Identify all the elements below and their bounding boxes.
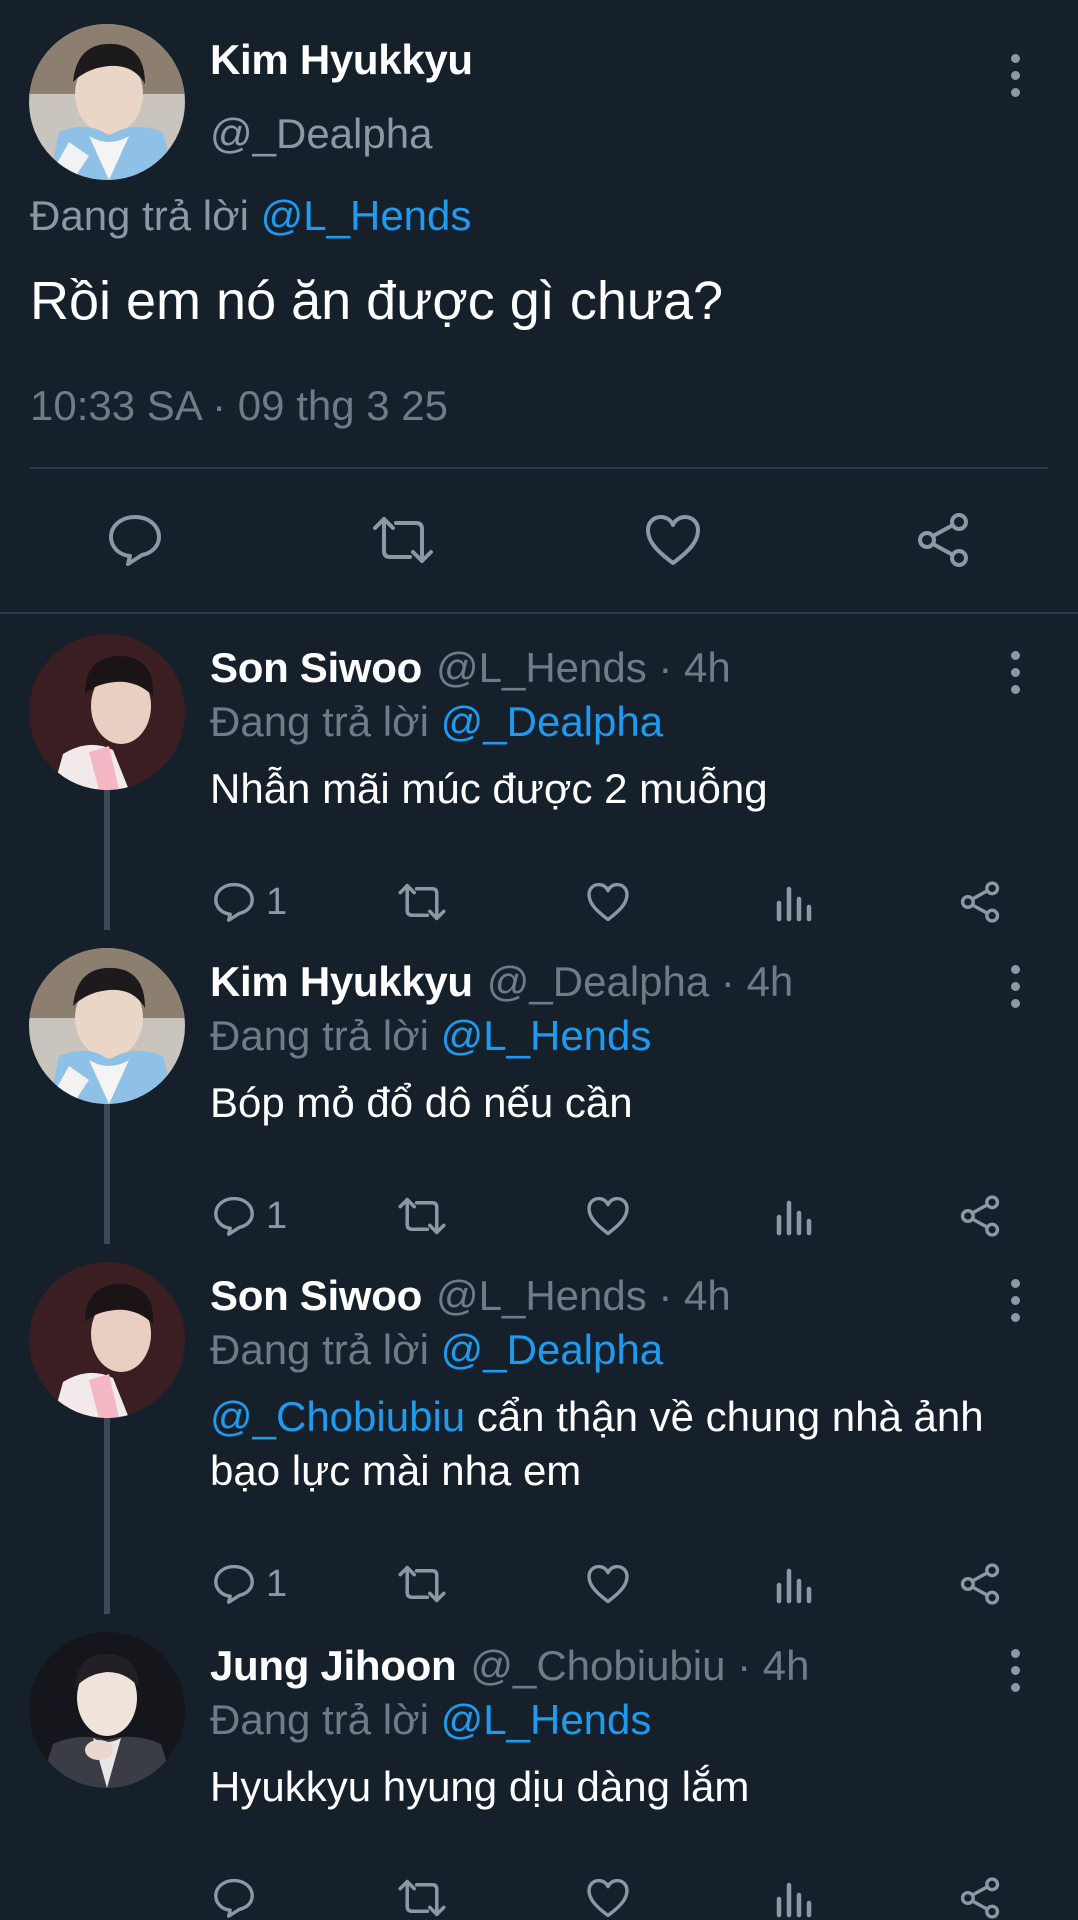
reply-button[interactable]: 1	[212, 1186, 287, 1246]
replying-prefix: Đang trả lời	[210, 1696, 429, 1743]
replying-to-link[interactable]: @L_Hends	[441, 1012, 652, 1059]
replying-to: Đang trả lời @_Dealpha	[210, 1326, 663, 1374]
tweet-actions: 1	[0, 1554, 1078, 1614]
more-vertical-icon[interactable]	[995, 1270, 1035, 1330]
tweet-text-content: Bóp mỏ đổ dô nếu cần	[210, 1079, 633, 1126]
share-icon[interactable]	[958, 1868, 1002, 1920]
reply-button[interactable]: 1	[212, 872, 287, 932]
retweet-icon[interactable]	[396, 1554, 448, 1614]
tweet-actions	[0, 1868, 1078, 1920]
retweet-icon[interactable]	[396, 1186, 448, 1246]
tweet-text: @_Chobiubiu cẩn thận về chung nhà ảnh bạ…	[210, 1390, 1030, 1498]
more-vertical-icon[interactable]	[995, 642, 1035, 702]
replying-to-link[interactable]: @_Dealpha	[441, 698, 663, 745]
reply-tweet[interactable]: Son Siwoo @L_Hends · 4h Đang trả lời @_De…	[0, 1242, 1078, 1614]
avatar[interactable]	[29, 1632, 185, 1788]
retweet-icon[interactable]	[368, 500, 438, 580]
tweet-text: Bóp mỏ đổ dô nếu cần	[210, 1076, 1030, 1130]
replying-prefix: Đang trả lời	[30, 192, 249, 239]
tweet-actions	[0, 500, 1078, 580]
reply-count: 1	[266, 880, 288, 923]
tweet-timestamp[interactable]: 10:33 SA · 09 thg 3 25	[30, 382, 448, 430]
author-handle-time: @_Dealpha · 4h	[486, 958, 794, 1005]
comment-icon	[214, 1564, 254, 1604]
replying-prefix: Đang trả lời	[210, 1012, 429, 1059]
replying-prefix: Đang trả lời	[210, 1326, 429, 1373]
mention-link[interactable]: @_Chobiubiu	[210, 1393, 465, 1440]
author-name[interactable]: Jung Jihoon	[210, 1642, 457, 1689]
author-name[interactable]: Son Siwoo	[210, 644, 422, 691]
reply-count: 1	[266, 1194, 288, 1237]
reply-header: Son Siwoo @L_Hends · 4h	[210, 1272, 731, 1320]
analytics-icon[interactable]	[774, 1554, 814, 1614]
reply-tweet[interactable]: Son Siwoo @L_Hends · 4h Đang trả lời @_De…	[0, 614, 1078, 930]
share-icon[interactable]	[958, 1186, 1002, 1246]
comment-icon	[214, 1878, 254, 1918]
tweet-thread-page: Kim Hyukkyu @_Dealpha Đang trả lời @L_He…	[0, 0, 1078, 1920]
author-handle-time: @L_Hends · 4h	[435, 644, 731, 691]
more-vertical-icon[interactable]	[995, 45, 1035, 105]
avatar[interactable]	[29, 634, 185, 790]
reply-count: 1	[266, 1562, 288, 1605]
tweet-text: Hyukkyu hyung dịu dàng lắm	[210, 1760, 1030, 1814]
author-handle[interactable]: @_Dealpha	[210, 110, 432, 158]
share-icon[interactable]	[958, 1554, 1002, 1614]
replying-to: Đang trả lời @L_Hends	[30, 192, 471, 240]
comment-icon	[214, 882, 254, 922]
more-vertical-icon[interactable]	[995, 956, 1035, 1016]
author-name[interactable]: Son Siwoo	[210, 1272, 422, 1319]
author-handle-time: @_Chobiubiu · 4h	[470, 1642, 810, 1689]
tweet-actions: 1	[0, 872, 1078, 932]
reply-header: Kim Hyukkyu @_Dealpha · 4h	[210, 958, 793, 1006]
heart-icon[interactable]	[638, 500, 708, 580]
author-name[interactable]: Kim Hyukkyu	[210, 36, 473, 84]
tweet-text: Rồi em nó ăn được gì chưa?	[30, 271, 724, 331]
heart-icon[interactable]	[586, 1186, 630, 1246]
analytics-icon[interactable]	[774, 872, 814, 932]
tweet-actions: 1	[0, 1186, 1078, 1246]
heart-icon[interactable]	[586, 872, 630, 932]
reply-button[interactable]	[212, 1868, 266, 1920]
reply-button[interactable]: 1	[212, 1554, 287, 1614]
tweet-text: Nhẫn mãi múc được 2 muỗng	[210, 762, 1030, 816]
tweet-text-content: Hyukkyu hyung dịu dàng lắm	[210, 1763, 750, 1810]
reply-header: Jung Jihoon @_Chobiubiu · 4h	[210, 1642, 810, 1690]
reply-tweet[interactable]: Kim Hyukkyu @_Dealpha · 4h Đang trả lời @…	[0, 928, 1078, 1244]
retweet-icon[interactable]	[396, 872, 448, 932]
replying-to-link[interactable]: @L_Hends	[441, 1696, 652, 1743]
more-vertical-icon[interactable]	[995, 1640, 1035, 1700]
main-tweet: Kim Hyukkyu @_Dealpha Đang trả lời @L_He…	[0, 0, 1078, 614]
reply-tweet[interactable]: Jung Jihoon @_Chobiubiu · 4h Đang trả lời…	[0, 1612, 1078, 1920]
author-name[interactable]: Kim Hyukkyu	[210, 958, 473, 1005]
retweet-icon[interactable]	[396, 1868, 448, 1920]
heart-icon[interactable]	[586, 1868, 630, 1920]
comment-icon	[214, 1196, 254, 1236]
reply-header: Son Siwoo @L_Hends · 4h	[210, 644, 731, 692]
avatar[interactable]	[29, 24, 185, 180]
analytics-icon[interactable]	[774, 1186, 814, 1246]
replying-to-link[interactable]: @_Dealpha	[441, 1326, 663, 1373]
author-handle-time: @L_Hends · 4h	[435, 1272, 731, 1319]
avatar[interactable]	[29, 1262, 185, 1418]
analytics-icon[interactable]	[774, 1868, 814, 1920]
replying-to: Đang trả lời @L_Hends	[210, 1012, 651, 1060]
replying-to-link[interactable]: @L_Hends	[261, 192, 472, 239]
comment-icon[interactable]	[100, 500, 170, 580]
replying-to: Đang trả lời @_Dealpha	[210, 698, 663, 746]
avatar[interactable]	[29, 948, 185, 1104]
divider	[30, 467, 1048, 469]
share-icon[interactable]	[958, 872, 1002, 932]
share-icon[interactable]	[908, 500, 978, 580]
replying-to: Đang trả lời @L_Hends	[210, 1696, 651, 1744]
tweet-text-content: Nhẫn mãi múc được 2 muỗng	[210, 765, 768, 812]
replying-prefix: Đang trả lời	[210, 698, 429, 745]
heart-icon[interactable]	[586, 1554, 630, 1614]
